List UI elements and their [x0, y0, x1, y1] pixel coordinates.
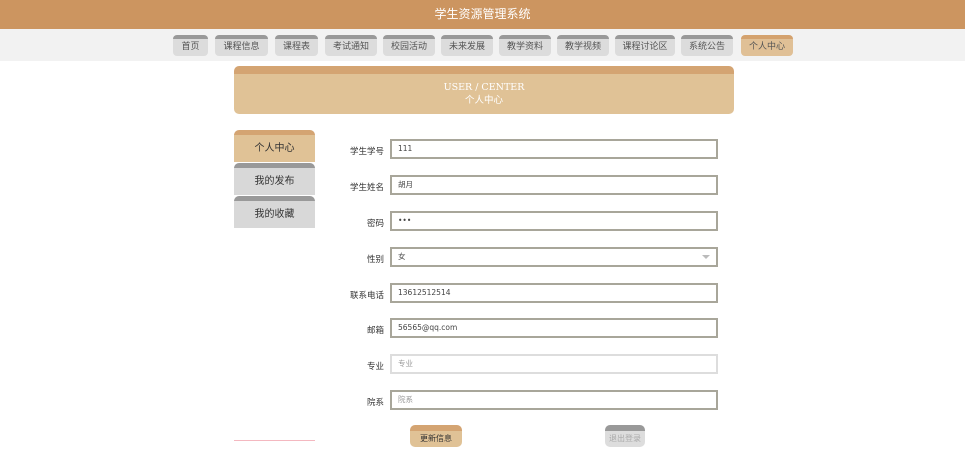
- password-label: 密码: [366, 219, 384, 229]
- divider: [234, 440, 315, 441]
- nav-materials[interactable]: 教学资料: [499, 35, 551, 56]
- nav-home[interactable]: 首页: [173, 35, 208, 56]
- chevron-down-icon: [702, 255, 710, 259]
- nav-schedule[interactable]: 课程表: [275, 35, 318, 56]
- major-input[interactable]: 专业: [390, 354, 718, 374]
- logout-button[interactable]: 退出登录: [605, 425, 645, 447]
- phone-input[interactable]: 13612512514: [390, 283, 718, 303]
- site-title: 学生资源管理系统: [0, 0, 965, 29]
- nav-future[interactable]: 未来发展: [441, 35, 493, 56]
- nav-user-center[interactable]: 个人中心: [741, 35, 793, 56]
- department-input[interactable]: 院系: [390, 390, 718, 410]
- student-id-label: 学生学号: [349, 147, 384, 157]
- banner-en: USER / CENTER: [443, 82, 525, 93]
- phone-label: 联系电话: [349, 291, 384, 301]
- gender-label: 性别: [366, 255, 384, 265]
- name-label: 学生姓名: [349, 183, 384, 193]
- top-nav: 首页 课程信息 课程表 考试通知 校园活动 未来发展 教学资料 教学视频 课程讨…: [0, 29, 965, 61]
- major-label: 专业: [366, 362, 384, 372]
- password-input[interactable]: •••: [390, 211, 718, 231]
- name-input[interactable]: 胡月: [390, 175, 718, 195]
- student-id-input[interactable]: 111: [390, 139, 718, 159]
- update-button[interactable]: 更新信息: [410, 425, 462, 447]
- gender-select[interactable]: 女: [390, 247, 718, 267]
- gender-value: 女: [398, 252, 406, 261]
- email-input[interactable]: 56565@qq.com: [390, 318, 718, 338]
- department-label: 院系: [366, 398, 384, 408]
- nav-course-info[interactable]: 课程信息: [215, 35, 268, 56]
- nav-exam-notice[interactable]: 考试通知: [325, 35, 377, 56]
- nav-announcements[interactable]: 系统公告: [681, 35, 733, 56]
- banner-zh: 个人中心: [464, 95, 503, 106]
- email-label: 邮箱: [366, 326, 384, 336]
- page-banner: USER / CENTER 个人中心: [234, 66, 734, 114]
- nav-campus-activity[interactable]: 校园活动: [383, 35, 435, 56]
- nav-videos[interactable]: 教学视频: [557, 35, 609, 56]
- nav-forum[interactable]: 课程讨论区: [615, 35, 675, 56]
